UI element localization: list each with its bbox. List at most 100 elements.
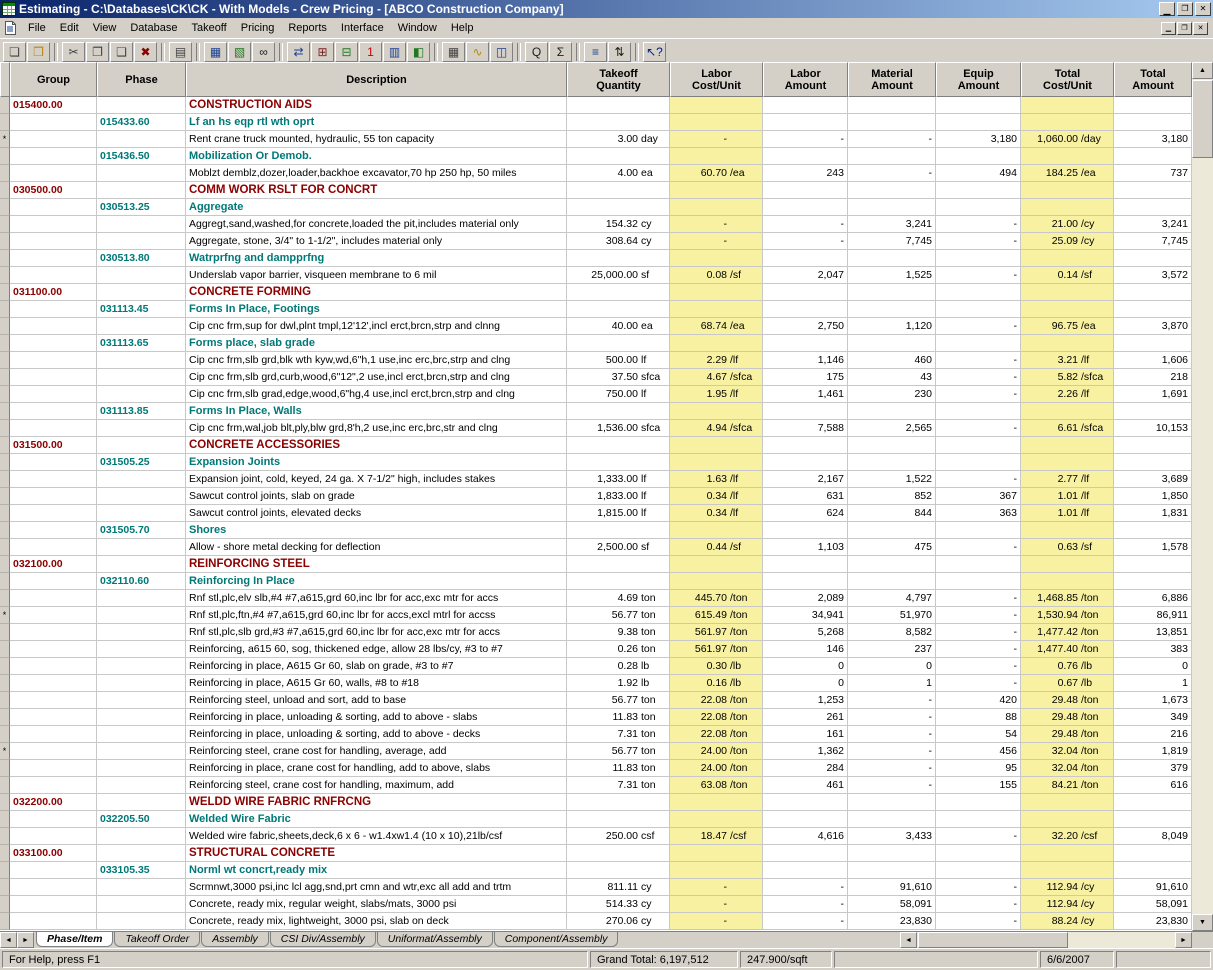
cell-labor-cost-unit[interactable]: - bbox=[670, 216, 763, 233]
cell-labor-cost-unit[interactable] bbox=[670, 403, 763, 420]
cell-labor-amount[interactable] bbox=[763, 114, 848, 131]
cell-total-cost-unit[interactable]: 2.77/lf bbox=[1021, 471, 1114, 488]
row-selector[interactable] bbox=[0, 794, 10, 811]
cell-description[interactable]: Watrprfng and dampprfng bbox=[186, 250, 567, 267]
column-header-group[interactable]: Group bbox=[10, 62, 97, 97]
hscroll-left-button[interactable]: ◄ bbox=[900, 932, 917, 948]
cell-labor-amount[interactable]: 1,146 bbox=[763, 352, 848, 369]
cell-description[interactable]: Reinforcing in place, A615 Gr 60, slab o… bbox=[186, 658, 567, 675]
cell-total-amount[interactable]: 616 bbox=[1114, 777, 1192, 794]
column-header-qty[interactable]: Takeoff Quantity bbox=[567, 62, 670, 97]
cell-labor-amount[interactable]: 284 bbox=[763, 760, 848, 777]
cell-material-amount[interactable] bbox=[848, 573, 936, 590]
cell-group[interactable] bbox=[10, 216, 97, 233]
cell-total-amount[interactable] bbox=[1114, 284, 1192, 301]
cell-description[interactable]: Mobilization Or Demob. bbox=[186, 148, 567, 165]
cell-phase[interactable] bbox=[97, 318, 186, 335]
cell-total-cost-unit[interactable]: 6.61/sfca bbox=[1021, 420, 1114, 437]
tab-csi-div-assembly[interactable]: CSI Div/Assembly bbox=[269, 932, 376, 947]
cell-total-amount[interactable] bbox=[1114, 403, 1192, 420]
cell-total-amount[interactable]: 737 bbox=[1114, 165, 1192, 182]
cell-labor-amount[interactable] bbox=[763, 845, 848, 862]
cell-phase[interactable] bbox=[97, 267, 186, 284]
cell-total-amount[interactable]: 1,850 bbox=[1114, 488, 1192, 505]
cell-total-amount[interactable]: 3,241 bbox=[1114, 216, 1192, 233]
cell-description[interactable]: Sawcut control joints, elevated decks bbox=[186, 505, 567, 522]
menu-view[interactable]: View bbox=[86, 19, 124, 37]
cell-equip-amount[interactable]: 54 bbox=[936, 726, 1021, 743]
cell-takeoff-quantity[interactable]: 1.92 lb bbox=[567, 675, 670, 692]
cell-equip-amount[interactable] bbox=[936, 845, 1021, 862]
cell-total-amount[interactable] bbox=[1114, 573, 1192, 590]
cell-phase[interactable] bbox=[97, 284, 186, 301]
delete-button[interactable]: ✖ bbox=[134, 42, 157, 62]
cell-material-amount[interactable] bbox=[848, 148, 936, 165]
horizontal-scrollbar[interactable]: ◄ ► bbox=[900, 932, 1192, 948]
cell-takeoff-quantity[interactable]: 2,500.00 sf bbox=[567, 539, 670, 556]
cell-phase[interactable] bbox=[97, 760, 186, 777]
cell-equip-amount[interactable]: - bbox=[936, 675, 1021, 692]
cell-equip-amount[interactable]: - bbox=[936, 471, 1021, 488]
cell-labor-cost-unit[interactable]: 24.00/ton bbox=[670, 760, 763, 777]
cell-phase[interactable] bbox=[97, 233, 186, 250]
row-selector[interactable] bbox=[0, 777, 10, 794]
column-header-lam[interactable]: Labor Amount bbox=[763, 62, 848, 97]
cell-phase[interactable] bbox=[97, 641, 186, 658]
cell-total-cost-unit[interactable]: 84.21/ton bbox=[1021, 777, 1114, 794]
minimize-button[interactable]: ▁ bbox=[1159, 2, 1175, 16]
cell-total-amount[interactable]: 3,689 bbox=[1114, 471, 1192, 488]
cell-phase[interactable] bbox=[97, 131, 186, 148]
cell-takeoff-quantity[interactable]: 1,815.00 lf bbox=[567, 505, 670, 522]
cell-description[interactable]: COMM WORK RSLT FOR CONCRT bbox=[186, 182, 567, 199]
one-time-item-button[interactable]: 1 bbox=[359, 42, 382, 62]
cell-group[interactable] bbox=[10, 658, 97, 675]
cell-takeoff-quantity[interactable]: 37.50 sfca bbox=[567, 369, 670, 386]
cell-equip-amount[interactable]: - bbox=[936, 420, 1021, 437]
cell-phase[interactable] bbox=[97, 607, 186, 624]
cell-phase[interactable] bbox=[97, 658, 186, 675]
cell-labor-amount[interactable] bbox=[763, 199, 848, 216]
cell-material-amount[interactable]: - bbox=[848, 692, 936, 709]
cell-material-amount[interactable]: 4,797 bbox=[848, 590, 936, 607]
cell-takeoff-quantity[interactable] bbox=[567, 335, 670, 352]
cell-labor-amount[interactable]: 461 bbox=[763, 777, 848, 794]
cell-equip-amount[interactable] bbox=[936, 148, 1021, 165]
cell-equip-amount[interactable] bbox=[936, 573, 1021, 590]
cell-labor-cost-unit[interactable]: 24.00/ton bbox=[670, 743, 763, 760]
cell-material-amount[interactable] bbox=[848, 301, 936, 318]
menu-interface[interactable]: Interface bbox=[334, 19, 391, 37]
row-selector[interactable] bbox=[0, 488, 10, 505]
cell-total-cost-unit[interactable] bbox=[1021, 250, 1114, 267]
app-icon[interactable] bbox=[2, 2, 16, 16]
cell-takeoff-quantity[interactable]: 56.77 ton bbox=[567, 692, 670, 709]
cell-total-cost-unit[interactable] bbox=[1021, 862, 1114, 879]
cell-total-amount[interactable] bbox=[1114, 556, 1192, 573]
cut-button[interactable]: ✂ bbox=[62, 42, 85, 62]
cell-labor-cost-unit[interactable]: 22.08/ton bbox=[670, 692, 763, 709]
cell-material-amount[interactable]: 23,830 bbox=[848, 913, 936, 930]
cell-group[interactable] bbox=[10, 165, 97, 182]
cell-takeoff-quantity[interactable] bbox=[567, 148, 670, 165]
cell-equip-amount[interactable]: - bbox=[936, 913, 1021, 930]
cell-total-amount[interactable] bbox=[1114, 811, 1192, 828]
detail-button[interactable]: ≡ bbox=[584, 42, 607, 62]
cell-labor-amount[interactable]: 2,750 bbox=[763, 318, 848, 335]
cell-takeoff-quantity[interactable]: 1,536.00 sfca bbox=[567, 420, 670, 437]
cell-total-amount[interactable]: 383 bbox=[1114, 641, 1192, 658]
cell-total-amount[interactable] bbox=[1114, 335, 1192, 352]
cell-equip-amount[interactable] bbox=[936, 301, 1021, 318]
cell-labor-amount[interactable] bbox=[763, 862, 848, 879]
cell-phase[interactable] bbox=[97, 624, 186, 641]
cell-labor-amount[interactable] bbox=[763, 97, 848, 114]
cell-total-amount[interactable]: 1 bbox=[1114, 675, 1192, 692]
cell-phase[interactable] bbox=[97, 777, 186, 794]
row-selector[interactable] bbox=[0, 879, 10, 896]
cell-labor-cost-unit[interactable]: - bbox=[670, 233, 763, 250]
cell-phase[interactable]: 032205.50 bbox=[97, 811, 186, 828]
cell-total-cost-unit[interactable]: 2.26/lf bbox=[1021, 386, 1114, 403]
cell-labor-cost-unit[interactable] bbox=[670, 250, 763, 267]
cell-equip-amount[interactable] bbox=[936, 811, 1021, 828]
cell-description[interactable]: Moblzt demblz,dozer,loader,backhoe excav… bbox=[186, 165, 567, 182]
cell-takeoff-quantity[interactable] bbox=[567, 437, 670, 454]
cell-labor-amount[interactable] bbox=[763, 250, 848, 267]
